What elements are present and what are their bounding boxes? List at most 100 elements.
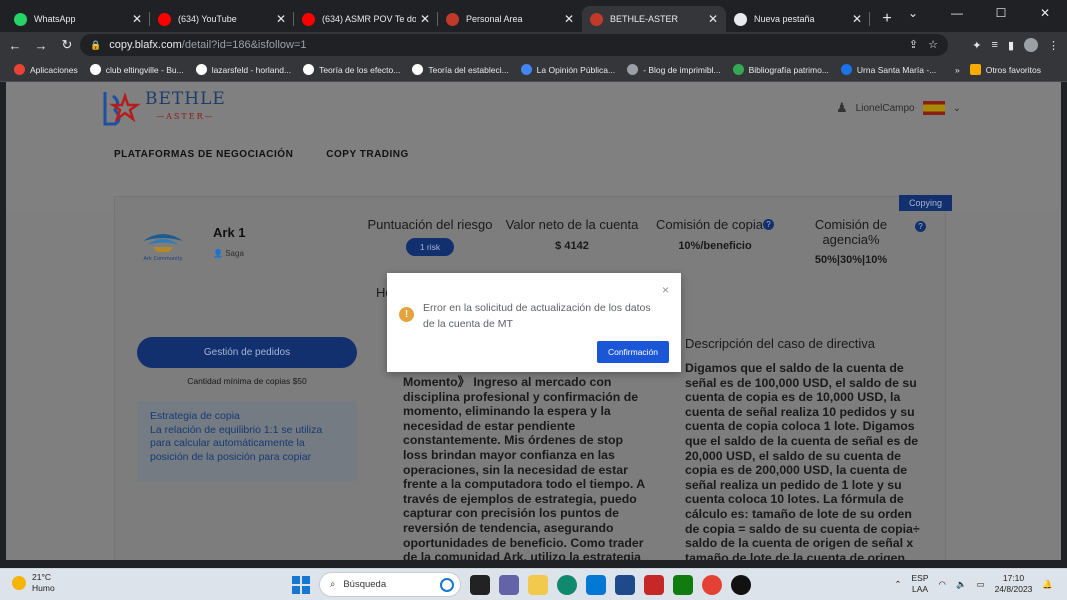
teams-icon[interactable] — [499, 574, 519, 595]
close-tab-icon[interactable]: ✕ — [708, 12, 718, 26]
youtube-icon — [302, 12, 315, 26]
volume-icon[interactable]: 🔈 — [956, 579, 967, 590]
start-button[interactable] — [292, 575, 310, 594]
language-indicator[interactable]: ESP LAA — [912, 573, 929, 595]
help-icon[interactable]: ? — [915, 221, 926, 232]
wikipedia-icon — [412, 64, 424, 75]
main-menu: PLATAFORMAS DE NEGOCIACIÓN COPY TRADING — [114, 149, 409, 160]
strategy-title: Estrategia de copia — [150, 410, 240, 422]
other-bookmarks[interactable]: Otros favoritos — [969, 64, 1041, 75]
close-tab-icon[interactable]: ✕ — [132, 12, 142, 26]
menu-icon[interactable]: ⋮ — [1048, 39, 1059, 52]
bookmark-item[interactable]: Urna Santa María -... — [840, 64, 936, 75]
bookmark-icon — [520, 64, 532, 75]
chevron-down-icon[interactable]: ⌄ — [953, 103, 961, 114]
order-management-button[interactable]: Gestión de pedidos — [137, 337, 357, 368]
directive-title: Descripción del caso de directiva — [685, 336, 876, 351]
equity-label: Valor neto de la cuenta — [505, 217, 639, 232]
apps-icon — [14, 64, 25, 75]
haze-icon — [12, 576, 26, 590]
star-icon[interactable]: ☆ — [928, 38, 938, 51]
error-message: Error en la solicitud de actualización d… — [423, 302, 651, 330]
tab-title: (634) YouTube — [178, 14, 237, 24]
bethle-icon — [446, 12, 459, 26]
close-tab-icon[interactable]: ✕ — [564, 12, 574, 26]
bookmark-item[interactable]: La Opinión Pública... — [520, 64, 616, 75]
logo-sub: —ASTER— — [156, 112, 215, 121]
bookmark-item[interactable]: club eltingville - Bu... — [89, 64, 184, 75]
weather-widget[interactable]: 21°C Humo — [12, 572, 55, 594]
logo-text: BETHLE —ASTER— — [145, 90, 226, 126]
confirm-button[interactable]: Confirmación — [597, 341, 669, 363]
app-icon[interactable] — [615, 574, 635, 595]
spain-flag-icon[interactable] — [922, 101, 945, 115]
bookmark-item[interactable]: lazarsfeld - horland... — [195, 64, 291, 75]
taskbar-search[interactable]: ⌕ Búsqueda — [319, 572, 461, 597]
menu-item-copy-trading[interactable]: COPY TRADING — [326, 149, 409, 160]
ark-community-logo: Ark Community — [143, 234, 183, 262]
media-player-icon[interactable] — [731, 574, 751, 595]
agency-metric: Comisión de agencia% 50%|30%|10% — [803, 217, 899, 268]
user-menu[interactable]: ♟ LionelCampo ⌄ — [836, 100, 961, 116]
more-bookmarks-icon[interactable]: » — [955, 65, 960, 75]
commission-metric: Comisión de copia? 10%/beneficio — [650, 217, 780, 252]
profile-avatar[interactable] — [1024, 38, 1038, 52]
close-icon[interactable]: × — [662, 283, 669, 297]
side-panel-icon[interactable]: ▮ — [1008, 39, 1014, 52]
bookmark-label: La Opinión Pública... — [536, 64, 616, 75]
trader-story: Momento》 Ingreso al mercado con discipli… — [403, 375, 645, 560]
other-bookmarks-label: Otros favoritos — [985, 64, 1041, 75]
browser-tab[interactable]: (634) ASMR POV Te doy m ✕ — [294, 6, 438, 32]
menu-item-platforms[interactable]: PLATAFORMAS DE NEGOCIACIÓN — [114, 149, 293, 160]
extensions-icon[interactable]: ✦ — [972, 39, 981, 52]
reload-button[interactable]: ↻ — [56, 37, 78, 53]
chevron-up-icon[interactable]: ⌃ — [894, 579, 901, 590]
xbox-icon[interactable] — [673, 574, 693, 595]
chevron-down-icon[interactable]: ⌄ — [891, 0, 935, 26]
battery-icon[interactable]: ▭ — [977, 579, 985, 590]
share-icon[interactable]: ⇪ — [909, 38, 918, 51]
browser-tab[interactable]: Personal Area ✕ — [438, 6, 582, 32]
clock[interactable]: 17:10 24/8/2023 — [995, 573, 1033, 595]
bethle-logo-icon — [103, 92, 141, 126]
bookmark-item[interactable]: Teoría de los efecto... — [303, 64, 400, 75]
close-tab-icon[interactable]: ✕ — [420, 12, 430, 26]
commission-label: Comisión de copia — [656, 217, 763, 232]
system-tray: ⌃ ESP LAA ◠ 🔈 ▭ 17:10 24/8/2023 🔔 — [894, 573, 1053, 595]
help-icon[interactable]: ? — [762, 219, 774, 230]
browser-tab[interactable]: Nueva pestaña ✕ — [726, 6, 870, 32]
wifi-icon[interactable]: ◠ — [939, 579, 946, 590]
google-icon — [89, 64, 101, 75]
mcafee-icon[interactable] — [644, 574, 664, 595]
close-tab-icon[interactable]: ✕ — [276, 12, 286, 26]
bookmark-item[interactable]: Aplicaciones — [14, 64, 78, 75]
minimize-button[interactable]: — — [935, 0, 979, 26]
browser-tab[interactable]: (634) YouTube ✕ — [150, 6, 294, 32]
bookmarks-bar: Aplicaciones club eltingville - Bu... laza… — [0, 58, 1067, 82]
close-tab-icon[interactable]: ✕ — [852, 12, 862, 26]
media-icon[interactable]: ≡ — [992, 39, 998, 51]
tab-title: Nueva pestaña — [754, 14, 815, 24]
back-button[interactable]: ← — [4, 38, 26, 53]
site-logo[interactable]: BETHLE —ASTER— — [101, 90, 226, 126]
bookmark-item[interactable]: Teoría del estableci... — [412, 64, 509, 75]
notification-icon[interactable]: 🔔 — [1042, 579, 1053, 590]
task-view-icon[interactable] — [470, 574, 490, 595]
store-icon[interactable] — [586, 574, 606, 595]
bookmark-item[interactable]: - Blog de imprimibl... — [627, 64, 721, 75]
file-explorer-icon[interactable] — [528, 574, 548, 595]
browser-tab[interactable]: BETHLE-ASTER ✕ — [582, 6, 726, 32]
edge-icon[interactable] — [557, 574, 577, 595]
address-bar[interactable]: 🔒 copy.blafx.com/detail?id=186&isfollow=… — [80, 34, 948, 56]
bookmark-item[interactable]: Bibliografía patrimo... — [732, 64, 829, 75]
youtube-icon — [158, 12, 171, 26]
forward-button[interactable]: → — [30, 38, 52, 53]
maximize-button[interactable]: ☐ — [979, 0, 1023, 26]
copy-strategy-box: Estrategia de copia La relación de equil… — [137, 401, 357, 481]
logo-name: BETHLE — [145, 89, 226, 109]
chrome-icon[interactable] — [702, 574, 722, 595]
browser-tab[interactable]: WhatsApp ✕ — [6, 6, 150, 32]
avatar-caption: Ark Community — [144, 256, 183, 262]
bookmark-label: Aplicaciones — [30, 64, 78, 75]
close-window-button[interactable]: ✕ — [1023, 0, 1067, 26]
